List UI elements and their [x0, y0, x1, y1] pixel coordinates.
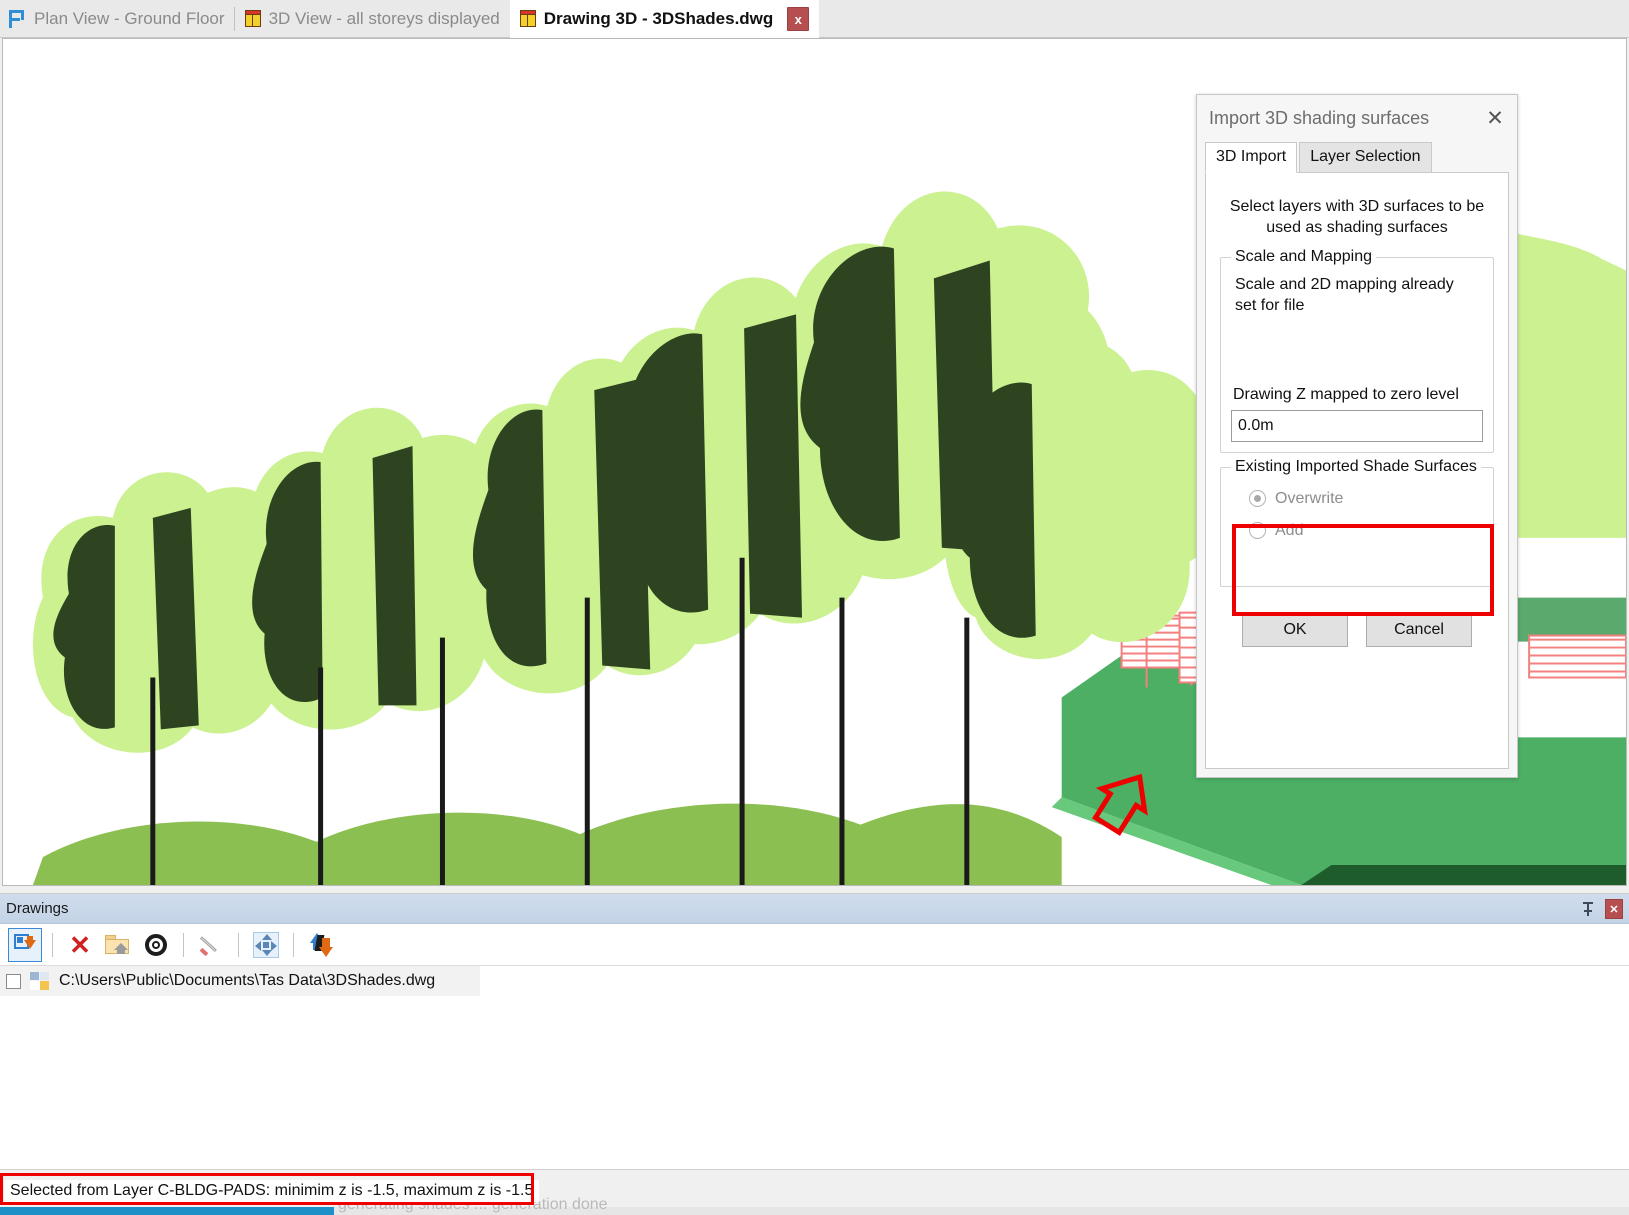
cancel-button[interactable]: Cancel: [1366, 612, 1472, 647]
drawings-list[interactable]: C:\Users\Public\Documents\Tas Data\3DSha…: [0, 966, 1629, 1126]
import-drawing-button[interactable]: [8, 927, 42, 962]
scale-note: Scale and 2D mapping already set for fil…: [1235, 275, 1454, 315]
radio-button-icon[interactable]: [1249, 490, 1266, 508]
brush-icon: [198, 933, 224, 957]
settings-button[interactable]: [139, 928, 173, 962]
draw-tool-button[interactable]: [194, 928, 228, 962]
pin-icon[interactable]: [1581, 901, 1595, 917]
scale-and-mapping-group: Scale and Mapping Scale and 2D mapping a…: [1220, 247, 1494, 453]
tab-layer-selection[interactable]: Layer Selection: [1299, 142, 1432, 172]
toolbar-separator: [293, 932, 294, 957]
drawing-path: C:\Users\Public\Documents\Tas Data\3DSha…: [59, 972, 436, 989]
radio-label: Add: [1275, 521, 1304, 539]
radio-label: Overwrite: [1275, 489, 1344, 507]
radio-button-icon[interactable]: [1249, 522, 1266, 540]
dwg-file-icon: [29, 971, 51, 991]
panel-header-buttons: ✕: [1581, 894, 1623, 924]
row-checkbox[interactable]: [6, 973, 21, 989]
dialog-instructions: Select layers with 3D surfaces to be use…: [1229, 198, 1485, 236]
move-arrows-icon: [253, 931, 279, 958]
tab-close-button[interactable]: x: [787, 7, 810, 31]
dialog-body: 3D Import Layer Selection Select layers …: [1205, 141, 1509, 769]
gear-icon: [144, 933, 168, 957]
drawings-toolbar: ✕: [0, 924, 1629, 966]
radio-overwrite[interactable]: Overwrite: [1249, 490, 1479, 508]
panel-title: Drawings: [6, 900, 69, 917]
dialog-title: Import 3D shading surfaces: [1209, 107, 1430, 128]
tab-label: 3D View - all storeys displayed: [268, 9, 500, 28]
existing-group-legend: Existing Imported Shade Surfaces: [1231, 457, 1481, 476]
3d-box-icon: [243, 9, 263, 29]
dialog-title-bar: Import 3D shading surfaces ✕: [1197, 95, 1517, 141]
toolbar-separator: [52, 932, 53, 957]
dialog-panel-3d-import: Select layers with 3D surfaces to be use…: [1205, 173, 1509, 769]
progress-bar: [0, 1207, 334, 1215]
highlight-annotation-status: [0, 1173, 534, 1205]
3d-box-icon: [518, 9, 538, 29]
tab-drawing-3d[interactable]: Drawing 3D - 3DShades.dwg x: [509, 0, 820, 38]
open-folder-button[interactable]: [101, 928, 135, 962]
ok-button[interactable]: OK: [1242, 612, 1348, 647]
plan-view-icon: [8, 9, 28, 29]
dialog-button-row: OK Cancel: [1220, 612, 1494, 647]
list-item[interactable]: C:\Users\Public\Documents\Tas Data\3DSha…: [0, 966, 480, 996]
panel-close-button[interactable]: ✕: [1605, 899, 1623, 919]
drawings-panel: Drawings ✕ ✕ C:\Users\Public\Documents\T…: [0, 893, 1629, 1169]
tab-label: Drawing 3D - 3DShades.dwg: [543, 9, 774, 28]
tab-3d-import[interactable]: 3D Import: [1205, 142, 1298, 173]
toolbar-separator: [238, 932, 239, 957]
drawings-panel-header: Drawings ✕: [0, 894, 1629, 924]
application-window: Plan View - Ground Floor 3D View - all s…: [0, 0, 1629, 1215]
folder-home-icon: [105, 934, 131, 956]
reorder-button[interactable]: [304, 928, 338, 962]
import-3d-shading-dialog[interactable]: Import 3D shading surfaces ✕ 3D Import L…: [1196, 94, 1518, 778]
radio-add[interactable]: Add: [1249, 522, 1479, 540]
tab-3d-view[interactable]: 3D View - all storeys displayed: [235, 0, 510, 38]
drawing-z-label: Drawing Z mapped to zero level: [1233, 385, 1459, 403]
dialog-tab-strip: 3D Import Layer Selection: [1205, 141, 1509, 173]
move-button[interactable]: [249, 928, 283, 962]
tab-plan-view[interactable]: Plan View - Ground Floor: [0, 0, 235, 38]
delete-x-icon: ✕: [69, 929, 91, 960]
import-drawing-icon: [13, 933, 37, 957]
existing-shade-surfaces-group: Existing Imported Shade Surfaces Overwri…: [1220, 457, 1494, 587]
scale-group-legend: Scale and Mapping: [1231, 247, 1376, 266]
toolbar-separator: [183, 932, 184, 957]
drawing-z-input[interactable]: 0.0m: [1231, 409, 1483, 442]
close-icon[interactable]: ✕: [1483, 106, 1507, 130]
up-down-arrows-icon: [308, 932, 334, 958]
tab-label: Plan View - Ground Floor: [34, 9, 225, 28]
view-tab-bar: Plan View - Ground Floor 3D View - all s…: [0, 0, 1629, 38]
delete-drawing-button[interactable]: ✕: [63, 928, 97, 962]
